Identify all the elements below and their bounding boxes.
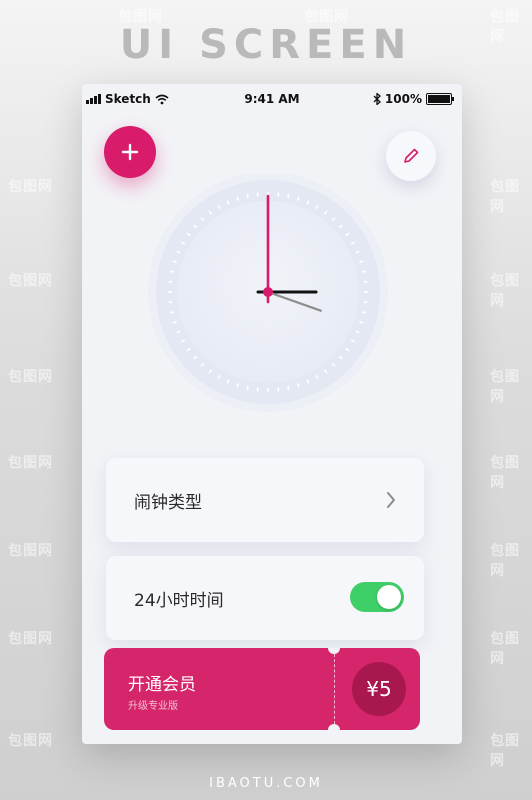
add-alarm-button[interactable]	[104, 126, 156, 178]
watermark: 包图网	[8, 369, 53, 385]
battery-icon	[426, 93, 454, 105]
watermark: 包图网	[490, 273, 520, 309]
status-right: 100%	[373, 92, 454, 106]
pencil-icon	[404, 148, 419, 163]
watermark: 包图网	[8, 543, 53, 559]
clock-tick	[361, 270, 366, 273]
phone-screen: Sketch 9:41 AM 100% 闹钟类型 24小时时间 开通会员 升级专…	[82, 84, 462, 744]
toggle-knob	[377, 585, 401, 609]
ticket-divider	[334, 654, 335, 724]
alarm-type-label: 闹钟类型	[134, 493, 202, 513]
plus-icon	[121, 143, 139, 161]
bluetooth-icon	[373, 93, 381, 105]
analog-clock	[144, 172, 392, 412]
watermark: 包图网	[8, 631, 53, 647]
clock-tick	[287, 385, 290, 390]
clock-tick	[287, 194, 290, 199]
vip-membership-card[interactable]: 开通会员 升级专业版 ¥5	[104, 648, 420, 730]
watermark: 包图网	[8, 273, 53, 289]
watermark: 包图网	[490, 369, 520, 405]
24-hour-toggle[interactable]	[350, 582, 404, 612]
watermark: 包图网	[8, 733, 53, 749]
vip-subtitle: 升级专业版	[128, 701, 178, 712]
24-hour-label: 24小时时间	[134, 591, 224, 611]
watermark: 包图网	[490, 455, 520, 491]
ticket-notch	[328, 724, 340, 730]
chevron-right-icon	[387, 492, 395, 508]
watermark: 包图网	[490, 631, 520, 667]
watermark: 包图网	[490, 179, 520, 215]
edit-button[interactable]	[386, 131, 436, 181]
watermark: 包图网	[490, 543, 520, 579]
watermark: 包图网	[490, 733, 520, 769]
clock-center-pin	[263, 287, 273, 297]
clock-tick	[246, 385, 249, 390]
status-bar: Sketch 9:41 AM 100%	[82, 84, 462, 114]
clock-tick	[361, 311, 366, 314]
page-title: UI SCREEN	[119, 22, 413, 68]
watermark: 包图网	[8, 179, 53, 195]
clock-tick	[246, 194, 249, 199]
24-hour-row: 24小时时间	[106, 556, 424, 640]
alarm-type-row[interactable]: 闹钟类型	[106, 458, 424, 542]
clock-tick	[170, 270, 175, 273]
footer-site: IBAOTU.COM	[209, 776, 323, 791]
vip-price: ¥5	[352, 662, 406, 716]
watermark: 包图网	[8, 455, 53, 471]
vip-title: 开通会员	[128, 675, 196, 695]
battery-percent: 100%	[384, 92, 422, 106]
clock-tick	[170, 311, 175, 314]
